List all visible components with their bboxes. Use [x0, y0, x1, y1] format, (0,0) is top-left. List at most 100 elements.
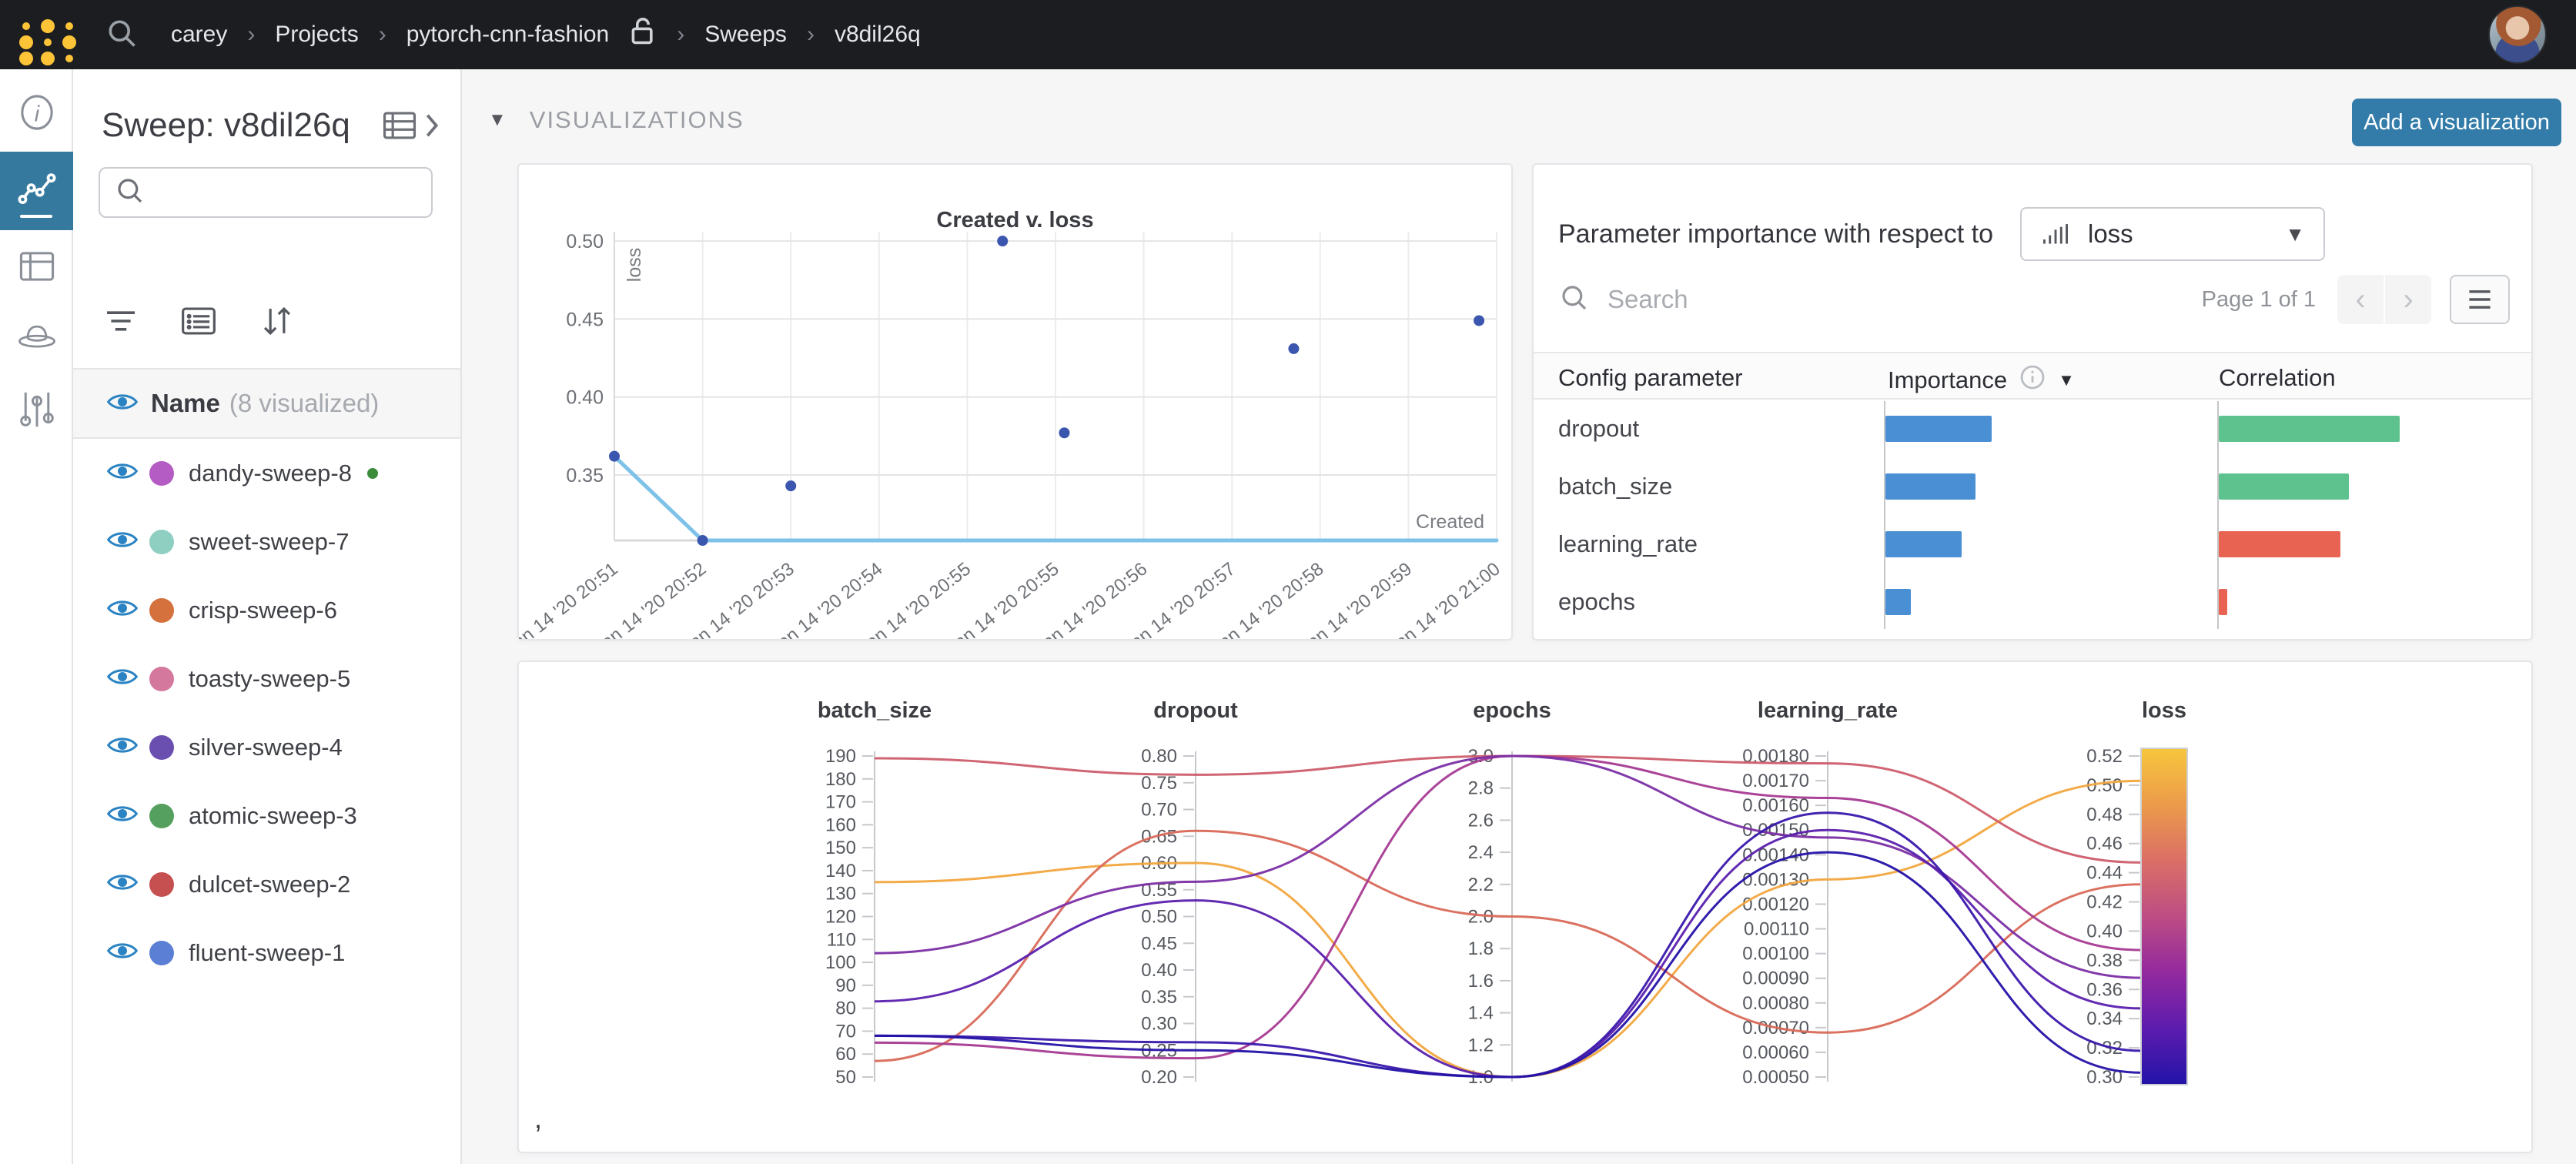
visibility-eye-icon[interactable] [107, 597, 138, 624]
sliders-icon [18, 390, 55, 433]
runs-search-input[interactable] [99, 167, 433, 218]
svg-text:0.80: 0.80 [1141, 746, 1177, 767]
svg-text:0.20: 0.20 [1141, 1067, 1177, 1088]
visibility-eye-icon[interactable] [107, 665, 138, 692]
sort-icon[interactable] [259, 304, 295, 342]
svg-text:Jan 14 '20 20:51: Jan 14 '20 20:51 [519, 558, 622, 639]
run-color-dot [149, 804, 174, 828]
sort-desc-caret-icon[interactable]: ▼ [2058, 370, 2075, 390]
run-name-link[interactable]: toasty-sweep-5 [189, 665, 350, 693]
run-row[interactable]: atomic-sweep-3 [73, 781, 460, 850]
importance-table-row[interactable]: learning_rate [1534, 515, 2531, 573]
svg-text:170: 170 [825, 792, 856, 813]
run-name-link[interactable]: dulcet-sweep-2 [189, 871, 350, 898]
svg-text:120: 120 [825, 907, 856, 928]
panel-menu-button[interactable] [2450, 275, 2510, 324]
svg-text:0.75: 0.75 [1141, 773, 1177, 794]
run-row[interactable]: silver-sweep-4 [73, 713, 460, 781]
breadcrumb-separator: › [677, 22, 684, 48]
list-settings-icon[interactable] [181, 306, 216, 340]
next-page-button[interactable]: › [2385, 275, 2431, 324]
svg-text:1.8: 1.8 [1468, 938, 1494, 959]
filter-icon[interactable] [104, 307, 138, 339]
run-name-link[interactable]: dandy-sweep-8 [189, 460, 352, 487]
visibility-eye-icon[interactable] [107, 871, 138, 898]
importance-table-row[interactable]: batch_size [1534, 457, 2531, 515]
breadcrumb: carey › Projects › pytorch-cnn-fashion ›… [171, 16, 921, 53]
config-parameter-name: batch_size [1558, 473, 1672, 500]
config-parameter-column-header[interactable]: Config parameter [1558, 364, 1743, 392]
svg-text:50: 50 [835, 1067, 856, 1088]
running-status-dot [367, 468, 378, 479]
importance-column-header[interactable]: Importance [1888, 366, 2007, 394]
visibility-eye-icon[interactable] [107, 460, 138, 487]
importance-table-row[interactable]: dropout [1534, 400, 2531, 457]
breadcrumb-project[interactable]: pytorch-cnn-fashion [406, 22, 609, 48]
run-row[interactable]: fluent-sweep-1 [73, 918, 460, 987]
run-name-link[interactable]: crisp-sweep-6 [189, 597, 337, 624]
run-name-link[interactable]: sweet-sweep-7 [189, 528, 349, 556]
wandb-logo-icon[interactable] [17, 9, 79, 60]
correlation-column-header[interactable]: Correlation [2219, 364, 2336, 392]
run-name-link[interactable]: silver-sweep-4 [189, 734, 343, 761]
visibility-eye-icon[interactable] [107, 528, 138, 555]
user-avatar[interactable] [2488, 5, 2547, 64]
importance-table-row[interactable]: epochs [1534, 573, 2531, 630]
importance-bar [1885, 531, 1962, 557]
breadcrumb-sweep-id[interactable]: v8dil26q [835, 22, 921, 48]
svg-text:140: 140 [825, 861, 856, 881]
importance-search-input[interactable]: Search [1607, 285, 1688, 314]
top-navigation-bar: carey › Projects › pytorch-cnn-fashion ›… [0, 0, 2576, 69]
breadcrumb-sweeps[interactable]: Sweeps [704, 22, 787, 48]
breadcrumb-separator: › [379, 22, 386, 48]
svg-text:160: 160 [825, 814, 856, 835]
info-icon[interactable] [2019, 364, 2046, 396]
run-row[interactable]: toasty-sweep-5 [73, 644, 460, 713]
rail-table-button[interactable] [0, 232, 73, 303]
svg-text:1.2: 1.2 [1468, 1035, 1494, 1055]
run-name-link[interactable]: atomic-sweep-3 [189, 802, 357, 830]
visibility-eye-icon[interactable] [107, 939, 138, 966]
created-vs-loss-chart[interactable]: 0.500.450.400.35Jan 14 '20 20:51Jan 14 '… [519, 165, 1511, 639]
visibility-eye-icon[interactable] [107, 802, 138, 829]
visibility-eye-icon[interactable] [107, 734, 138, 761]
global-search-icon[interactable] [105, 16, 139, 54]
svg-text:0.44: 0.44 [2086, 863, 2123, 884]
open-lock-icon [629, 16, 657, 53]
parameter-importance-panel: Parameter importance with respect to los… [1532, 163, 2533, 641]
svg-text:0.00060: 0.00060 [1742, 1042, 1809, 1063]
visibility-eye-icon[interactable] [107, 390, 138, 417]
run-name-link[interactable]: fluent-sweep-1 [189, 939, 345, 967]
visualizations-label: VISUALIZATIONS [530, 106, 744, 134]
svg-text:Created: Created [1416, 511, 1484, 533]
rail-charts-button[interactable] [0, 152, 73, 230]
svg-text:0.40: 0.40 [566, 387, 604, 409]
rail-sweep-button[interactable] [0, 303, 73, 374]
left-icon-rail: i [0, 69, 73, 1164]
add-visualization-button[interactable]: Add a visualization [2352, 99, 2561, 146]
run-row[interactable]: sweet-sweep-7 [73, 507, 460, 576]
run-list: dandy-sweep-8 sweet-sweep-7 crisp-sweep-6 t… [73, 439, 460, 987]
rail-overview-button[interactable]: i [0, 79, 73, 149]
visualizations-section-header[interactable]: ▼ VISUALIZATIONS [488, 106, 744, 134]
svg-text:70: 70 [835, 1021, 856, 1042]
parallel-coordinates-chart[interactable]: batch_size190180170160150140130120110100… [519, 662, 2531, 1152]
breadcrumb-projects[interactable]: Projects [275, 22, 358, 48]
metric-select-dropdown[interactable]: loss ▼ [2020, 207, 2325, 261]
run-row[interactable]: crisp-sweep-6 [73, 576, 460, 644]
sweep-title: Sweep: v8dil26q [102, 106, 350, 145]
importance-bar [1885, 416, 1992, 442]
svg-text:0.40: 0.40 [1141, 960, 1177, 981]
svg-text:0.00100: 0.00100 [1742, 944, 1809, 965]
svg-text:90: 90 [835, 975, 856, 996]
svg-text:2.8: 2.8 [1468, 778, 1494, 799]
breadcrumb-user[interactable]: carey [171, 22, 227, 48]
svg-text:0.00090: 0.00090 [1742, 968, 1809, 989]
run-row[interactable]: dandy-sweep-8 [73, 439, 460, 507]
prev-page-button[interactable]: ‹ [2337, 275, 2384, 324]
rail-controls-button[interactable] [0, 376, 73, 447]
svg-text:0.48: 0.48 [2086, 804, 2123, 825]
run-row[interactable]: dulcet-sweep-2 [73, 850, 460, 918]
open-runs-table-button[interactable] [382, 110, 440, 141]
svg-text:0.30: 0.30 [1141, 1014, 1177, 1035]
